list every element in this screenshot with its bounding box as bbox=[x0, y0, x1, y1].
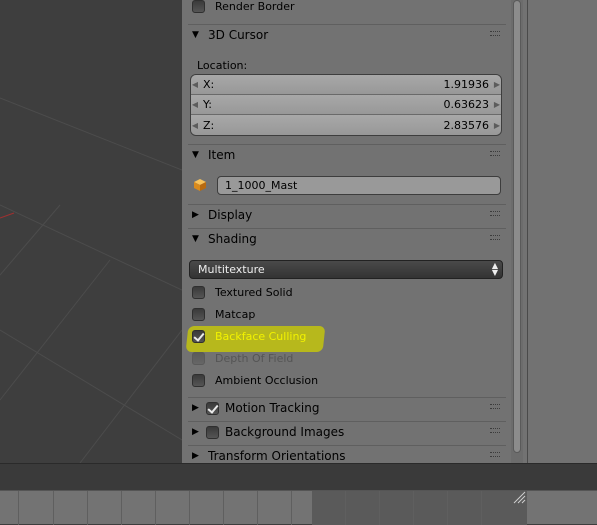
3d-viewport[interactable] bbox=[0, 0, 182, 463]
x-axis-line bbox=[0, 212, 15, 219]
frame-tick bbox=[379, 491, 380, 525]
frame-tick bbox=[87, 491, 88, 525]
timeline-area[interactable] bbox=[0, 463, 597, 490]
field-value: 2.83576 bbox=[443, 118, 490, 132]
frame-tick bbox=[345, 491, 346, 525]
collapsed-triangle-icon: ▶ bbox=[192, 403, 199, 413]
backface-culling-checkbox[interactable] bbox=[192, 329, 205, 343]
expanded-triangle-icon: ▼ bbox=[192, 150, 199, 160]
frame-tick bbox=[413, 491, 414, 525]
cursor-x-field[interactable]: ◀ X: 1.91936 ▶ bbox=[191, 75, 501, 95]
decrement-arrow-icon[interactable]: ◀ bbox=[191, 100, 199, 109]
panel-title: Display bbox=[208, 208, 253, 222]
frame-tick bbox=[447, 491, 448, 525]
drag-grip-icon[interactable] bbox=[490, 211, 500, 219]
option-label: Matcap bbox=[215, 307, 256, 321]
properties-panel: Render Border ▼ 3D Cursor Location: ◀ X:… bbox=[182, 0, 527, 463]
panel-title: Motion Tracking bbox=[225, 401, 320, 415]
frame-tick bbox=[155, 491, 156, 525]
render-border-option[interactable]: Render Border bbox=[192, 0, 295, 15]
background-images-checkbox[interactable] bbox=[206, 425, 219, 439]
increment-arrow-icon[interactable]: ▶ bbox=[493, 100, 501, 109]
panel-title: Shading bbox=[208, 232, 257, 246]
right-region bbox=[527, 0, 597, 490]
panel-header-3d-cursor[interactable]: ▼ 3D Cursor bbox=[188, 24, 506, 45]
frame-tick bbox=[121, 491, 122, 525]
panel-header-item[interactable]: ▼ Item bbox=[188, 144, 506, 165]
location-label: Location: bbox=[197, 59, 248, 72]
decrement-arrow-icon[interactable]: ◀ bbox=[191, 121, 199, 130]
panel-title: Transform Orientations bbox=[208, 449, 346, 463]
collapsed-triangle-icon: ▶ bbox=[192, 427, 199, 437]
object-cube-icon bbox=[194, 179, 206, 191]
drag-grip-icon[interactable] bbox=[490, 404, 500, 412]
drag-grip-icon[interactable] bbox=[490, 151, 500, 159]
collapsed-triangle-icon: ▶ bbox=[192, 210, 199, 220]
increment-arrow-icon[interactable]: ▶ bbox=[493, 121, 501, 130]
increment-arrow-icon[interactable]: ▶ bbox=[493, 80, 501, 89]
decrement-arrow-icon[interactable]: ◀ bbox=[191, 80, 199, 89]
panel-title: Item bbox=[208, 148, 236, 162]
shading-mode-value: Multitexture bbox=[198, 263, 265, 276]
panel-title: 3D Cursor bbox=[208, 28, 269, 42]
frame-tick bbox=[18, 491, 19, 525]
drag-grip-icon[interactable] bbox=[490, 235, 500, 243]
field-label: Y: bbox=[203, 98, 212, 111]
panel-scrollbar[interactable] bbox=[513, 0, 521, 453]
area-resize-grip-icon[interactable] bbox=[512, 490, 526, 504]
option-textured-solid[interactable]: Textured Solid bbox=[192, 283, 293, 301]
option-ambient-occlusion[interactable]: Ambient Occlusion bbox=[192, 371, 318, 389]
option-label: Backface Culling bbox=[215, 329, 307, 343]
textured-solid-checkbox[interactable] bbox=[192, 285, 205, 299]
option-depth-of-field: Depth Of Field bbox=[192, 349, 293, 367]
frame-tick bbox=[291, 491, 292, 525]
panel-header-display[interactable]: ▶ Display bbox=[188, 204, 506, 225]
option-matcap[interactable]: Matcap bbox=[192, 305, 255, 323]
object-name-input[interactable]: 1_1000_Mast bbox=[217, 176, 501, 195]
bottom-editor-strip[interactable] bbox=[0, 490, 597, 525]
panel-header-motion-tracking[interactable]: ▶ Motion Tracking bbox=[188, 397, 506, 418]
frame-tick bbox=[481, 491, 482, 525]
frame-tick bbox=[53, 491, 54, 525]
frame-tick bbox=[223, 491, 224, 525]
cursor-z-field[interactable]: ◀ Z: 2.83576 ▶ bbox=[191, 115, 501, 135]
viewport-grid bbox=[0, 97, 182, 463]
field-value: 0.63623 bbox=[443, 98, 490, 111]
drag-grip-icon[interactable] bbox=[490, 31, 500, 39]
render-border-label: Render Border bbox=[215, 0, 295, 13]
shading-mode-select[interactable]: Multitexture ▲ ▼ bbox=[189, 260, 503, 279]
option-backface-culling[interactable]: Backface Culling bbox=[192, 327, 306, 345]
motion-tracking-checkbox[interactable] bbox=[206, 401, 219, 415]
frame-tick bbox=[257, 491, 258, 525]
render-border-checkbox[interactable] bbox=[192, 0, 205, 13]
option-label: Ambient Occlusion bbox=[215, 373, 319, 387]
expanded-triangle-icon: ▼ bbox=[192, 234, 199, 244]
frame-tick bbox=[189, 491, 190, 525]
panel-header-shading[interactable]: ▼ Shading bbox=[188, 228, 506, 249]
drag-grip-icon[interactable] bbox=[490, 428, 500, 436]
matcap-checkbox[interactable] bbox=[192, 307, 205, 321]
expanded-triangle-icon: ▼ bbox=[192, 30, 199, 40]
depth-of-field-checkbox bbox=[192, 351, 205, 365]
field-label: X: bbox=[203, 78, 215, 91]
option-label: Depth Of Field bbox=[215, 351, 294, 365]
drag-grip-icon[interactable] bbox=[490, 452, 500, 460]
cursor-y-field[interactable]: ◀ Y: 0.63623 ▶ bbox=[191, 95, 501, 115]
option-label: Textured Solid bbox=[215, 285, 293, 299]
collapsed-triangle-icon: ▶ bbox=[192, 451, 199, 461]
panel-title: Background Images bbox=[225, 425, 345, 439]
field-label: Z: bbox=[203, 118, 215, 132]
ambient-occlusion-checkbox[interactable] bbox=[192, 373, 205, 387]
panel-header-background-images[interactable]: ▶ Background Images bbox=[188, 421, 506, 442]
updown-arrows-icon: ▲ ▼ bbox=[491, 261, 498, 277]
panel-header-transform-orientations[interactable]: ▶ Transform Orientations bbox=[188, 445, 506, 463]
field-value: 1.91936 bbox=[443, 78, 490, 91]
cursor-location-fields: ◀ X: 1.91936 ▶ ◀ Y: 0.63623 ▶ ◀ Z: 2.835… bbox=[190, 74, 502, 136]
